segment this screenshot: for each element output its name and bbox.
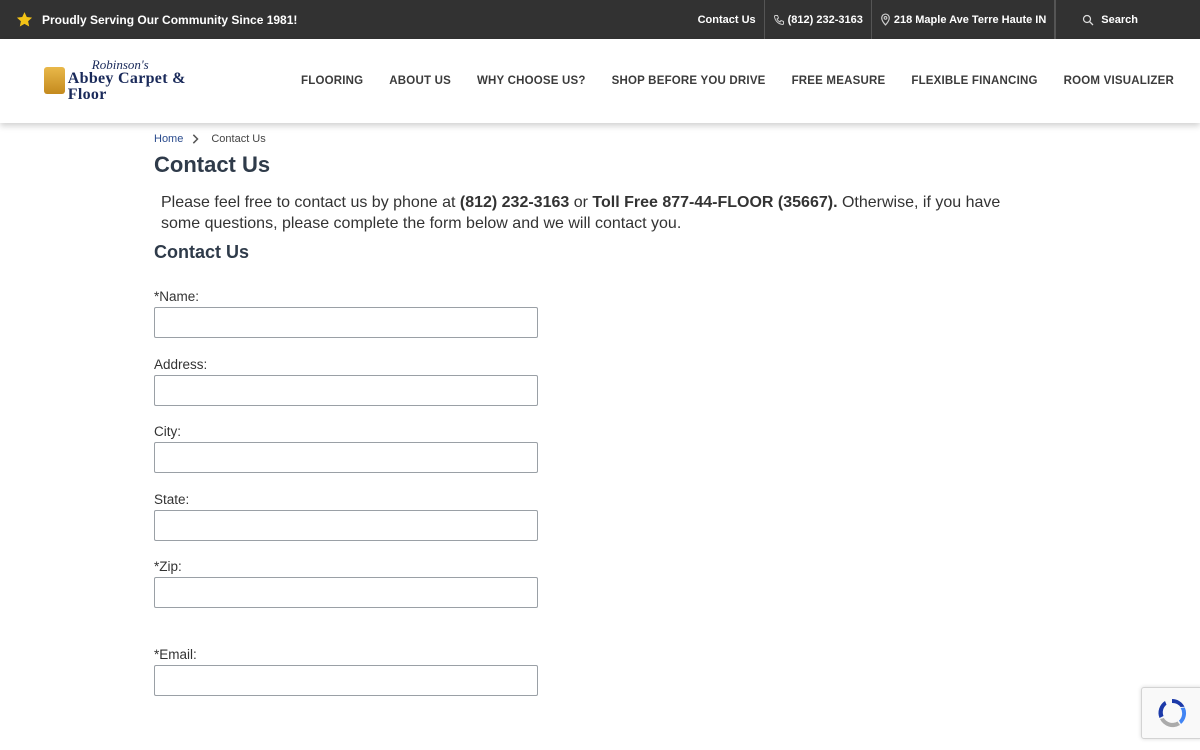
intro-part-2: or bbox=[569, 194, 593, 211]
state-field[interactable] bbox=[154, 510, 538, 541]
nav-flexible-financing[interactable]: Flexible Financing bbox=[911, 75, 1037, 87]
email-field[interactable] bbox=[154, 665, 538, 696]
logo-text: Robinson's Abbey Carpet & Floor bbox=[68, 58, 220, 103]
search-button[interactable]: Search bbox=[1055, 0, 1200, 39]
contact-us-link[interactable]: Contact Us bbox=[690, 0, 765, 39]
intro-phone: (812) 232-3163 bbox=[459, 194, 570, 211]
chevron-right-icon bbox=[193, 134, 199, 144]
nav-why-choose-us[interactable]: Why Choose Us? bbox=[477, 75, 586, 87]
tagline-text: Proudly Serving Our Community Since 1981… bbox=[42, 12, 298, 27]
utility-links: Contact Us (812) 232-3163 218 Maple Ave … bbox=[690, 0, 1200, 39]
recaptcha-badge[interactable] bbox=[1141, 687, 1200, 739]
nav-about-us[interactable]: About Us bbox=[389, 75, 451, 87]
intro-text: Please feel free to contact us by phone … bbox=[161, 192, 1011, 234]
address-text: 218 Maple Ave Terre Haute IN bbox=[893, 13, 1047, 26]
recaptcha-icon bbox=[1158, 699, 1187, 728]
logo-line-2: Abbey Carpet & Floor bbox=[67, 69, 186, 103]
tagline: Proudly Serving Our Community Since 1981… bbox=[16, 0, 297, 39]
page-title: Contact Us bbox=[154, 152, 271, 177]
site-logo[interactable]: Robinson's Abbey Carpet & Floor bbox=[44, 58, 220, 102]
city-field[interactable] bbox=[154, 442, 538, 473]
nav-free-measure[interactable]: Free Measure bbox=[792, 75, 886, 87]
map-pin-icon bbox=[880, 13, 890, 26]
search-label: Search bbox=[1101, 13, 1138, 26]
breadcrumb-current: Contact Us bbox=[211, 133, 266, 145]
logo-emblem-icon bbox=[44, 66, 65, 94]
phone-link[interactable]: (812) 232-3163 bbox=[765, 0, 872, 39]
intro-tollfree: Toll Free 877-44-FLOOR (35667). bbox=[592, 194, 838, 211]
search-icon bbox=[1083, 14, 1094, 25]
email-label: *Email: bbox=[154, 647, 197, 662]
phone-icon bbox=[773, 14, 784, 25]
intro-part-1: Please feel free to contact us by phone … bbox=[161, 194, 460, 211]
state-label: State: bbox=[154, 492, 190, 507]
name-field[interactable] bbox=[154, 307, 538, 338]
zip-label: *Zip: bbox=[154, 559, 182, 574]
breadcrumb-home[interactable]: Home bbox=[154, 133, 183, 145]
breadcrumb: Home Contact Us bbox=[154, 133, 266, 145]
address-label: Address: bbox=[154, 357, 208, 372]
top-bar: Proudly Serving Our Community Since 1981… bbox=[0, 0, 1200, 39]
main-header: Robinson's Abbey Carpet & Floor Flooring… bbox=[0, 39, 1200, 123]
address-link[interactable]: 218 Maple Ave Terre Haute IN bbox=[872, 0, 1056, 39]
city-label: City: bbox=[154, 424, 181, 439]
form-title: Contact Us bbox=[154, 242, 250, 262]
star-icon bbox=[16, 12, 33, 27]
zip-field[interactable] bbox=[154, 577, 538, 608]
address-field[interactable] bbox=[154, 375, 538, 406]
nav-shop-before-you-drive[interactable]: Shop Before You Drive bbox=[612, 75, 766, 87]
phone-number: (812) 232-3163 bbox=[787, 13, 863, 26]
name-label: *Name: bbox=[154, 289, 200, 304]
nav-room-visualizer[interactable]: Room Visualizer bbox=[1064, 75, 1174, 87]
logo-line-1: Robinson's bbox=[91, 56, 149, 72]
main-nav: Flooring About Us Why Choose Us? Shop Be… bbox=[301, 39, 1174, 123]
nav-flooring[interactable]: Flooring bbox=[301, 75, 363, 87]
